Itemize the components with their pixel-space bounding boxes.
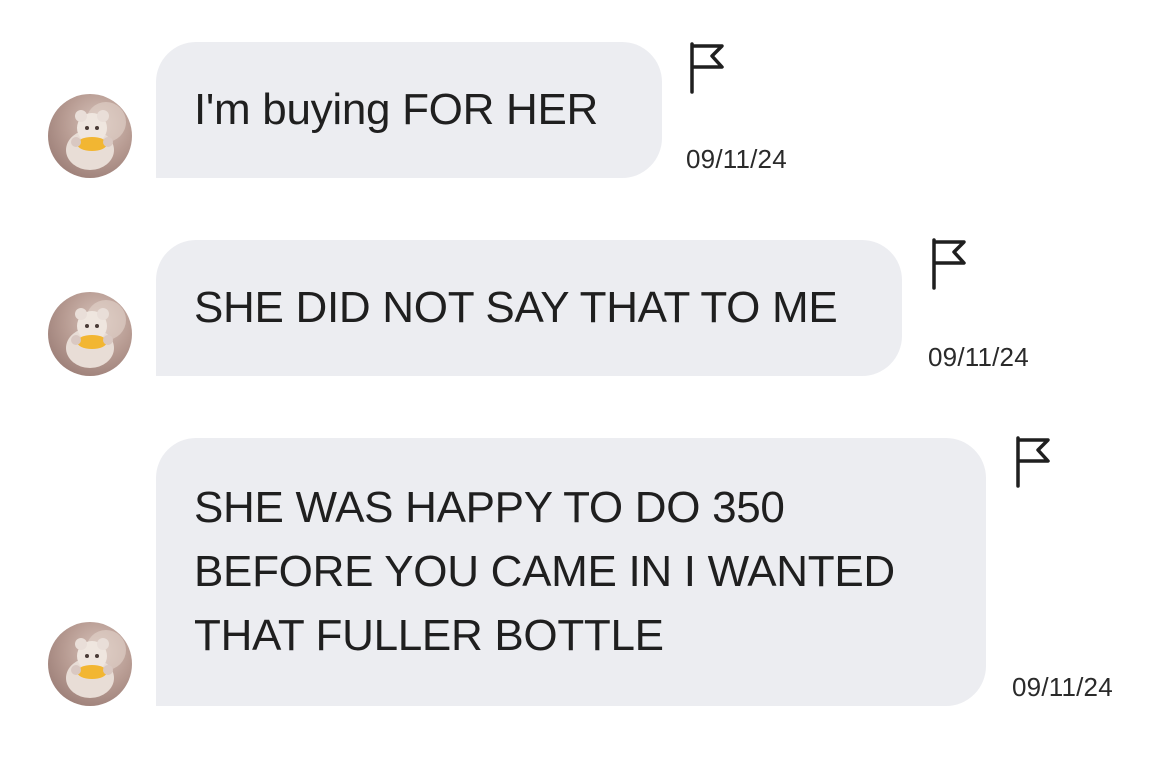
message-timestamp: 09/11/24 [1012,672,1113,702]
message-timestamp: 09/11/24 [928,342,1029,372]
bear-avatar[interactable] [48,94,132,178]
bear-avatar[interactable] [48,292,132,376]
flag-icon[interactable] [686,40,726,96]
message-row: SHE DID NOT SAY THAT TO ME 09/11/24 [0,200,1170,400]
flag-icon[interactable] [1012,434,1052,490]
message-row: I'm buying FOR HER 09/11/24 [0,0,1170,200]
message-timestamp: 09/11/24 [686,144,787,174]
message-text: I'm buying FOR HER [194,85,598,134]
message-bubble[interactable]: SHE DID NOT SAY THAT TO ME [156,240,902,376]
message-bubble[interactable]: I'm buying FOR HER [156,42,662,178]
message-text: SHE WAS HAPPY TO DO 350 BEFORE YOU CAME … [194,483,895,660]
message-text: SHE DID NOT SAY THAT TO ME [194,283,838,332]
bear-avatar[interactable] [48,622,132,706]
flag-icon[interactable] [928,236,968,292]
message-row: SHE WAS HAPPY TO DO 350 BEFORE YOU CAME … [0,400,1170,730]
message-bubble[interactable]: SHE WAS HAPPY TO DO 350 BEFORE YOU CAME … [156,438,986,706]
